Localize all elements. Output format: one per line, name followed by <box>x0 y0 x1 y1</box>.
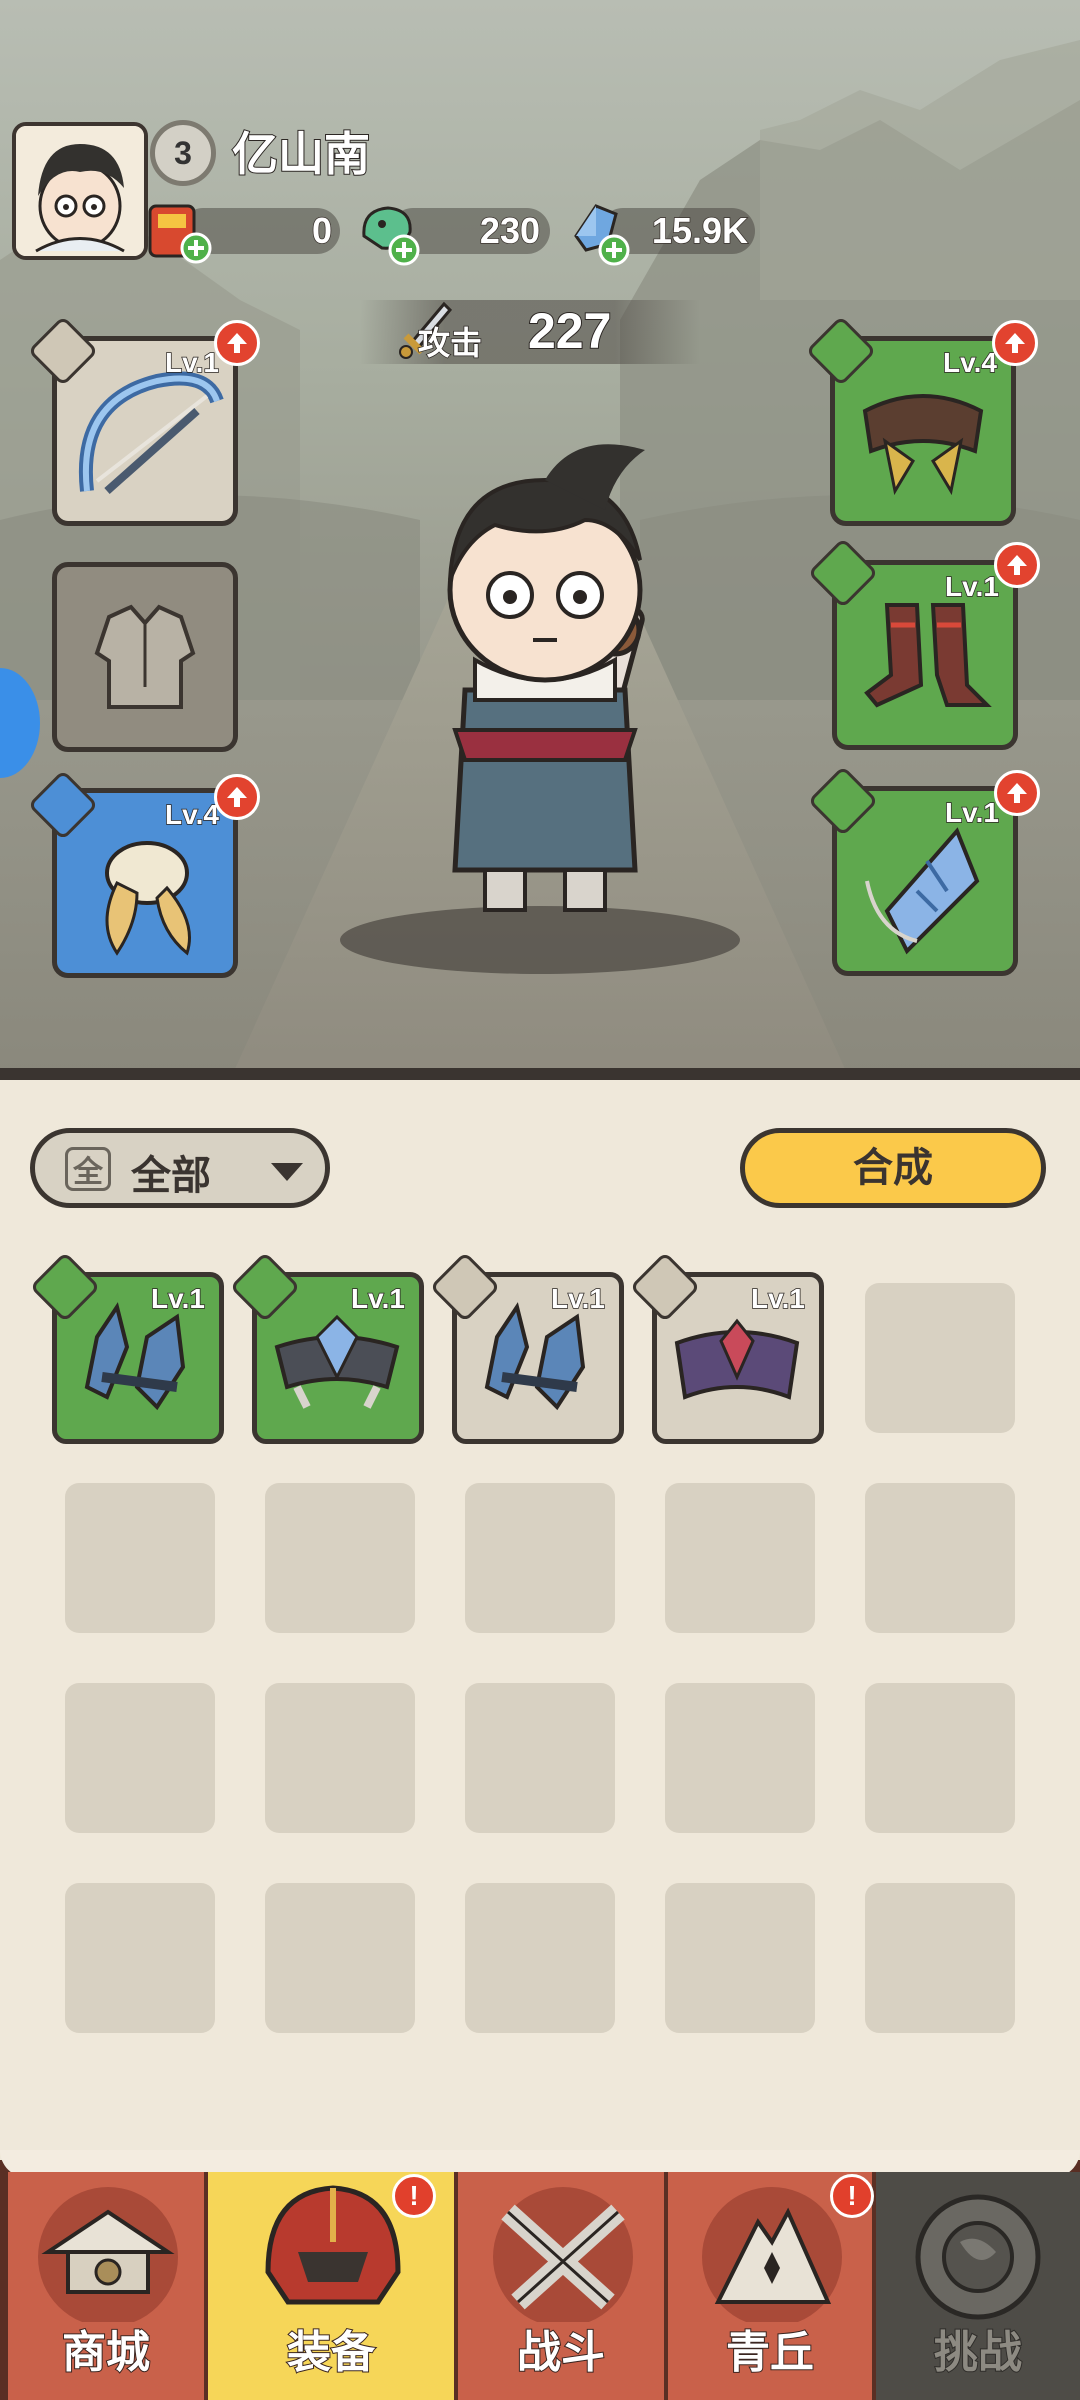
tab-label: 挑战 <box>933 2327 1023 2378</box>
up-arrow-glyph-icon <box>1007 783 1027 803</box>
item-level: Lv.1 <box>750 1282 805 1315</box>
shop-pagoda-icon <box>38 2187 178 2327</box>
crossed-swords-icon <box>493 2187 633 2327</box>
filter-label: 全部 <box>131 1154 211 1198</box>
vest-outline-icon <box>94 604 196 709</box>
up-arrow-glyph-icon <box>1005 333 1025 353</box>
upgrade-arrow-icon[interactable] <box>214 320 260 366</box>
attack-value: 227 <box>527 302 612 360</box>
inventory-empty-cell[interactable] <box>65 1483 215 1633</box>
item-level: Lv.1 <box>350 1282 405 1315</box>
inventory-empty-cell[interactable] <box>65 1683 215 1833</box>
attack-label: 攻击 <box>417 324 483 362</box>
upgrade-arrow-icon[interactable] <box>992 320 1038 366</box>
tab-label: 青丘 <box>725 2327 815 2378</box>
slot-level: Lv.1 <box>164 346 219 379</box>
currency-jade-value: 230 <box>479 209 541 252</box>
category-filter-dropdown[interactable]: 全 全部 <box>30 1128 330 1208</box>
inventory-empty-cell[interactable] <box>265 1483 415 1633</box>
slot-level: Lv.4 <box>942 346 997 379</box>
up-arrow-glyph-icon <box>227 787 247 807</box>
inventory-empty-cell[interactable] <box>265 1683 415 1833</box>
inventory-empty-cell[interactable] <box>865 1483 1015 1633</box>
notification-badge: ! <box>830 2174 874 2218</box>
filter-icon: 全 <box>65 1147 111 1191</box>
tab-battle[interactable]: 战斗 <box>458 2172 668 2400</box>
inventory-empty-cell[interactable] <box>665 1683 815 1833</box>
inventory-empty-cell[interactable] <box>465 1683 615 1833</box>
scene-divider <box>0 1068 1080 1080</box>
slot-level: Lv.1 <box>944 570 999 603</box>
synthesize-button[interactable]: 合成 <box>740 1128 1046 1208</box>
inventory-empty-cell[interactable] <box>865 1883 1015 2033</box>
avatar-portrait-icon <box>16 126 144 256</box>
inventory-empty-cell[interactable] <box>465 1483 615 1633</box>
notification-badge: ! <box>392 2174 436 2218</box>
up-arrow-glyph-icon <box>1007 555 1027 575</box>
chevron-down-icon <box>271 1163 303 1181</box>
hero-character <box>447 444 645 912</box>
tab-shop[interactable]: 商城 <box>8 2172 208 2400</box>
inventory-empty-cell[interactable] <box>865 1283 1015 1433</box>
item-level: Lv.1 <box>550 1282 605 1315</box>
currency-envelope-value: 0 <box>311 209 333 252</box>
equip-slot-armor[interactable] <box>52 562 238 752</box>
slot-level: Lv.4 <box>164 798 219 831</box>
inventory-empty-cell[interactable] <box>665 1883 815 2033</box>
currency-crystal-value: 15.9K <box>651 209 749 252</box>
player-level-badge: 3 <box>150 120 216 186</box>
player-avatar[interactable] <box>12 122 148 260</box>
tab-label: 商城 <box>61 2327 151 2378</box>
up-arrow-glyph-icon <box>227 333 247 353</box>
inventory-empty-cell[interactable] <box>865 1683 1015 1833</box>
locked-orb-icon <box>915 2194 1041 2320</box>
item-level: Lv.1 <box>150 1282 205 1315</box>
upgrade-arrow-icon[interactable] <box>214 774 260 820</box>
player-name: 亿山南 <box>231 127 371 181</box>
slot-level: Lv.1 <box>944 796 999 829</box>
tab-label: 装备 <box>286 2327 376 2378</box>
upgrade-arrow-icon[interactable] <box>994 542 1040 588</box>
upgrade-arrow-icon[interactable] <box>994 770 1040 816</box>
tab-label: 战斗 <box>516 2327 606 2378</box>
tab-challenge[interactable]: 挑战 <box>876 2172 1080 2400</box>
inventory-empty-cell[interactable] <box>65 1883 215 2033</box>
inventory-empty-cell[interactable] <box>265 1883 415 2033</box>
inventory-empty-cell[interactable] <box>465 1883 615 2033</box>
inventory-empty-cell[interactable] <box>665 1483 815 1633</box>
